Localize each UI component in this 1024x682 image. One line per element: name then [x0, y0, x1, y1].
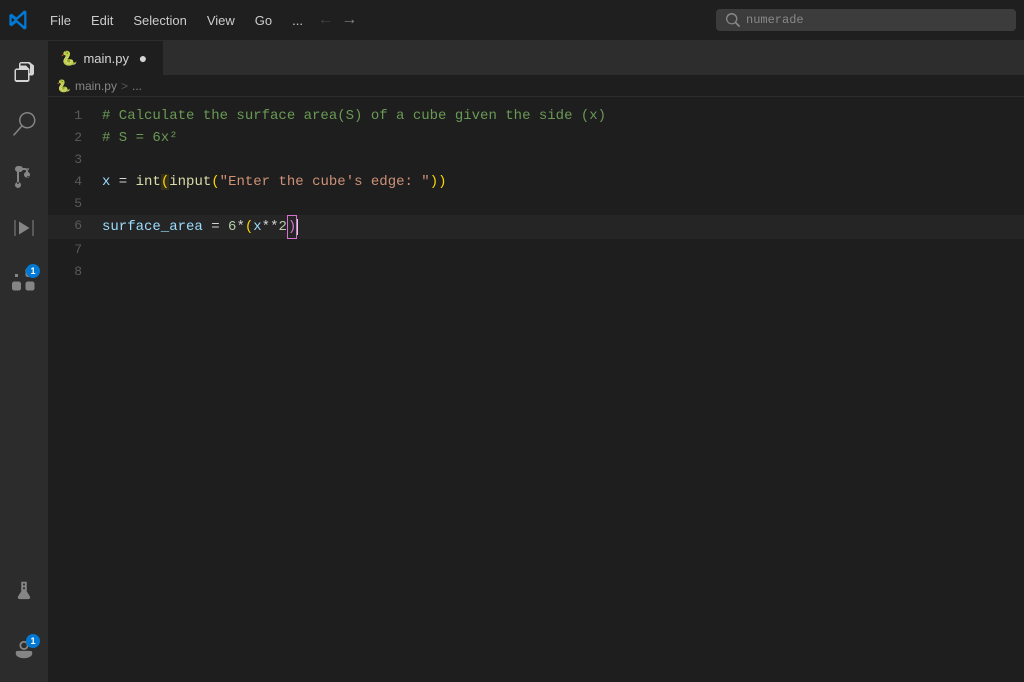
activity-bar: 1 1: [0, 40, 48, 682]
nav-arrows: ← →: [315, 7, 360, 33]
tab-main-py[interactable]: 🐍 main.py ●: [48, 40, 164, 75]
code-line-3: 3: [48, 149, 1024, 171]
line-num-2: 2: [48, 127, 98, 149]
line-num-6: 6: [48, 215, 98, 239]
breadcrumb-sep: >: [121, 79, 128, 93]
line-content-7: [98, 239, 1024, 261]
tab-filename: main.py: [83, 51, 129, 66]
activity-explorer-icon[interactable]: [0, 48, 48, 96]
activity-source-control-icon[interactable]: [0, 152, 48, 200]
main-layout: 1 1 🐍 main.py ● 🐍: [0, 40, 1024, 682]
search-bar: [716, 9, 1016, 31]
tab-python-icon: 🐍: [60, 50, 77, 67]
code-line-5: 5: [48, 193, 1024, 215]
editor-area: 🐍 main.py ● 🐍 main.py > ... 1 # Calculat…: [48, 40, 1024, 682]
line-content-2: # S = 6x²: [98, 127, 1024, 149]
line-content-5: [98, 193, 1024, 215]
line-num-8: 8: [48, 261, 98, 283]
line-num-5: 5: [48, 193, 98, 215]
code-line-8: 8: [48, 261, 1024, 283]
code-editor[interactable]: 1 # Calculate the surface area(S) of a c…: [48, 97, 1024, 682]
code-line-4: 4 x = int(input("Enter the cube's edge: …: [48, 171, 1024, 193]
titlebar: File Edit Selection View Go ... ← →: [0, 0, 1024, 40]
code-line-6: 6 surface_area = 6*(x**2): [48, 215, 1024, 239]
activity-search-icon[interactable]: [0, 100, 48, 148]
line-num-1: 1: [48, 105, 98, 127]
breadcrumb-extra[interactable]: ...: [132, 79, 142, 93]
search-icon: [726, 13, 740, 27]
code-line-1: 1 # Calculate the surface area(S) of a c…: [48, 105, 1024, 127]
line-content-6: surface_area = 6*(x**2): [98, 215, 1024, 239]
menu-go[interactable]: Go: [247, 9, 280, 32]
breadcrumb: 🐍 main.py > ...: [48, 75, 1024, 97]
line-content-3: [98, 149, 1024, 171]
activity-flask-icon[interactable]: [0, 566, 48, 614]
account-badge: 1: [26, 634, 40, 648]
line-num-7: 7: [48, 239, 98, 261]
extensions-badge: 1: [26, 264, 40, 278]
line-content-1: # Calculate the surface area(S) of a cub…: [98, 105, 1024, 127]
breadcrumb-file[interactable]: main.py: [75, 79, 117, 93]
tab-close-button[interactable]: ●: [135, 50, 151, 66]
menu-more[interactable]: ...: [284, 9, 311, 32]
line-num-4: 4: [48, 171, 98, 193]
activity-extensions-icon[interactable]: 1: [0, 256, 48, 304]
vscode-logo-icon: [8, 9, 30, 31]
code-line-2: 2 # S = 6x²: [48, 127, 1024, 149]
menu-view[interactable]: View: [199, 9, 243, 32]
code-line-7: 7: [48, 239, 1024, 261]
search-input[interactable]: [746, 13, 946, 27]
line-content-4: x = int(input("Enter the cube's edge: ")…: [98, 171, 1024, 193]
menu-file[interactable]: File: [42, 9, 79, 32]
line-num-3: 3: [48, 149, 98, 171]
nav-forward-button[interactable]: →: [339, 7, 361, 33]
activity-account-icon[interactable]: 1: [0, 626, 48, 674]
tab-bar: 🐍 main.py ●: [48, 40, 1024, 75]
menu-edit[interactable]: Edit: [83, 9, 121, 32]
line-content-8: [98, 261, 1024, 283]
menu-selection[interactable]: Selection: [125, 9, 194, 32]
activity-run-icon[interactable]: [0, 204, 48, 252]
nav-back-button[interactable]: ←: [315, 7, 337, 33]
breadcrumb-file-icon: 🐍: [56, 79, 71, 93]
